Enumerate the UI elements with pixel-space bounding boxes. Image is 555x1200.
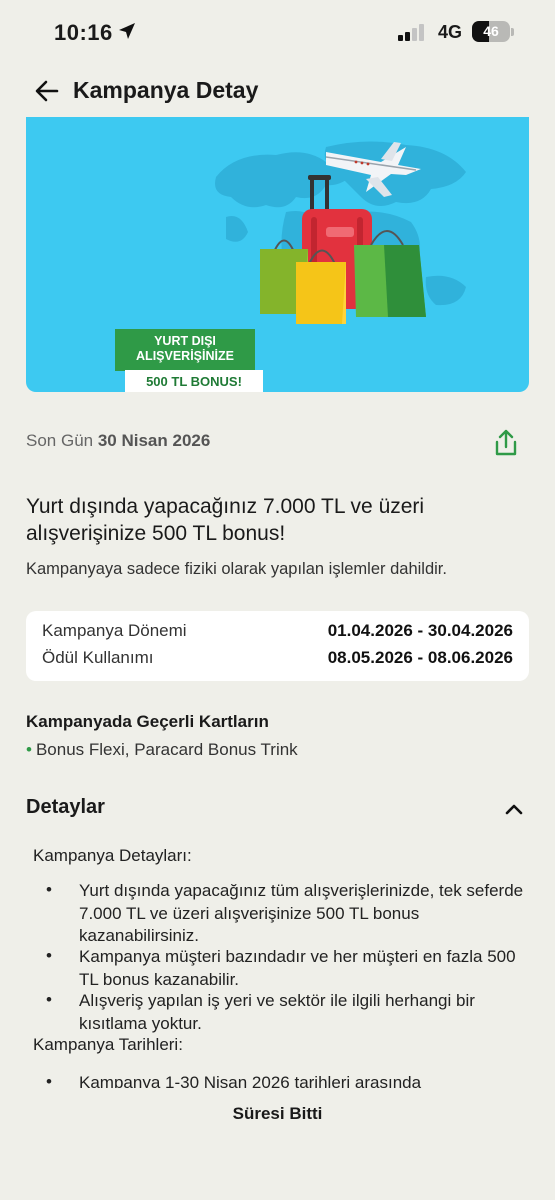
period-row: Kampanya Dönemi 01.04.2026 - 30.04.2026 [42, 621, 513, 647]
valid-cards-item: • Bonus Flexi, Paracard Bonus Trink [26, 740, 298, 760]
valid-cards-text: Bonus Flexi, Paracard Bonus Trink [35, 740, 298, 759]
last-day-value: 30 Nisan 2026 [97, 431, 211, 450]
campaign-banner: YURT DIŞI ALIŞVERİŞİNİZE 500 TL BONUS! [26, 117, 529, 392]
promo-line-2: ALIŞVERİŞİNİZE [136, 349, 234, 363]
battery-level: 46 [483, 23, 499, 39]
dates-section-title: Kampanya Tarihleri: [33, 1035, 183, 1054]
location-arrow-icon [119, 23, 135, 39]
details-section-title: Kampanya Detayları: [33, 846, 192, 865]
campaign-subline: Kampanyaya sadece fiziki olarak yapılan … [26, 560, 447, 578]
reward-row: Ödül Kullanımı 08.05.2026 - 08.06.2026 [42, 648, 513, 674]
period-card: Kampanya Dönemi 01.04.2026 - 30.04.2026 … [26, 611, 529, 681]
details-bullet: Kampanya müşteri bazındadır ve her müşte… [79, 947, 516, 989]
reward-value: 08.05.2026 - 08.06.2026 [327, 648, 513, 667]
bullet-marker: • [46, 990, 52, 1009]
bullet-dot: • [26, 740, 32, 759]
arrow-left-icon[interactable] [32, 76, 62, 106]
details-title[interactable]: Detaylar [26, 796, 105, 819]
banner-illustration [215, 141, 466, 324]
details-bullet: Yurt dışında yapacağınız tüm alışverişle… [79, 881, 524, 945]
dates-clip: • Kampanya 1-30 Nisan 2026 tarihleri ara… [0, 1066, 555, 1088]
status-time: 10:16 [54, 20, 113, 45]
period-label: Kampanya Dönemi [42, 621, 187, 640]
chevron-up-icon[interactable] [502, 798, 526, 820]
valid-cards-title: Kampanyada Geçerli Kartların [26, 712, 269, 731]
promo-title: YURT DIŞI ALIŞVERİŞİNİZE [115, 329, 255, 371]
share-icon[interactable] [492, 428, 520, 458]
last-day: Son Gün 30 Nisan 2026 [26, 431, 210, 451]
bullet-marker: • [46, 880, 52, 899]
expired-status: Süresi Bitti [232, 1104, 323, 1123]
last-day-label: Son Gün [26, 431, 94, 450]
details-bullet: Alışveriş yapılan iş yeri ve sektör ile … [79, 991, 475, 1033]
promo-bonus: 500 TL BONUS! [125, 370, 263, 392]
bullet-marker: • [46, 1072, 52, 1088]
bullet-marker: • [46, 946, 52, 965]
period-value: 01.04.2026 - 30.04.2026 [327, 621, 513, 640]
campaign-headline: Yurt dışında yapacağınız 7.000 TL ve üze… [26, 495, 425, 545]
network-type: 4G [438, 22, 463, 42]
battery-cap [511, 28, 514, 36]
header: Kampanya Detay [0, 70, 555, 114]
status-bar: 10:16 4G 46 [0, 0, 555, 66]
page-title: Kampanya Detay [73, 77, 259, 103]
reward-label: Ödül Kullanımı [42, 648, 154, 667]
signal-icon [398, 23, 428, 41]
dates-bullet: Kampanya 1-30 Nisan 2026 tarihleri arası… [79, 1073, 422, 1088]
battery-icon: 46 [472, 21, 510, 42]
promo-line-1: YURT DIŞI [154, 334, 216, 348]
